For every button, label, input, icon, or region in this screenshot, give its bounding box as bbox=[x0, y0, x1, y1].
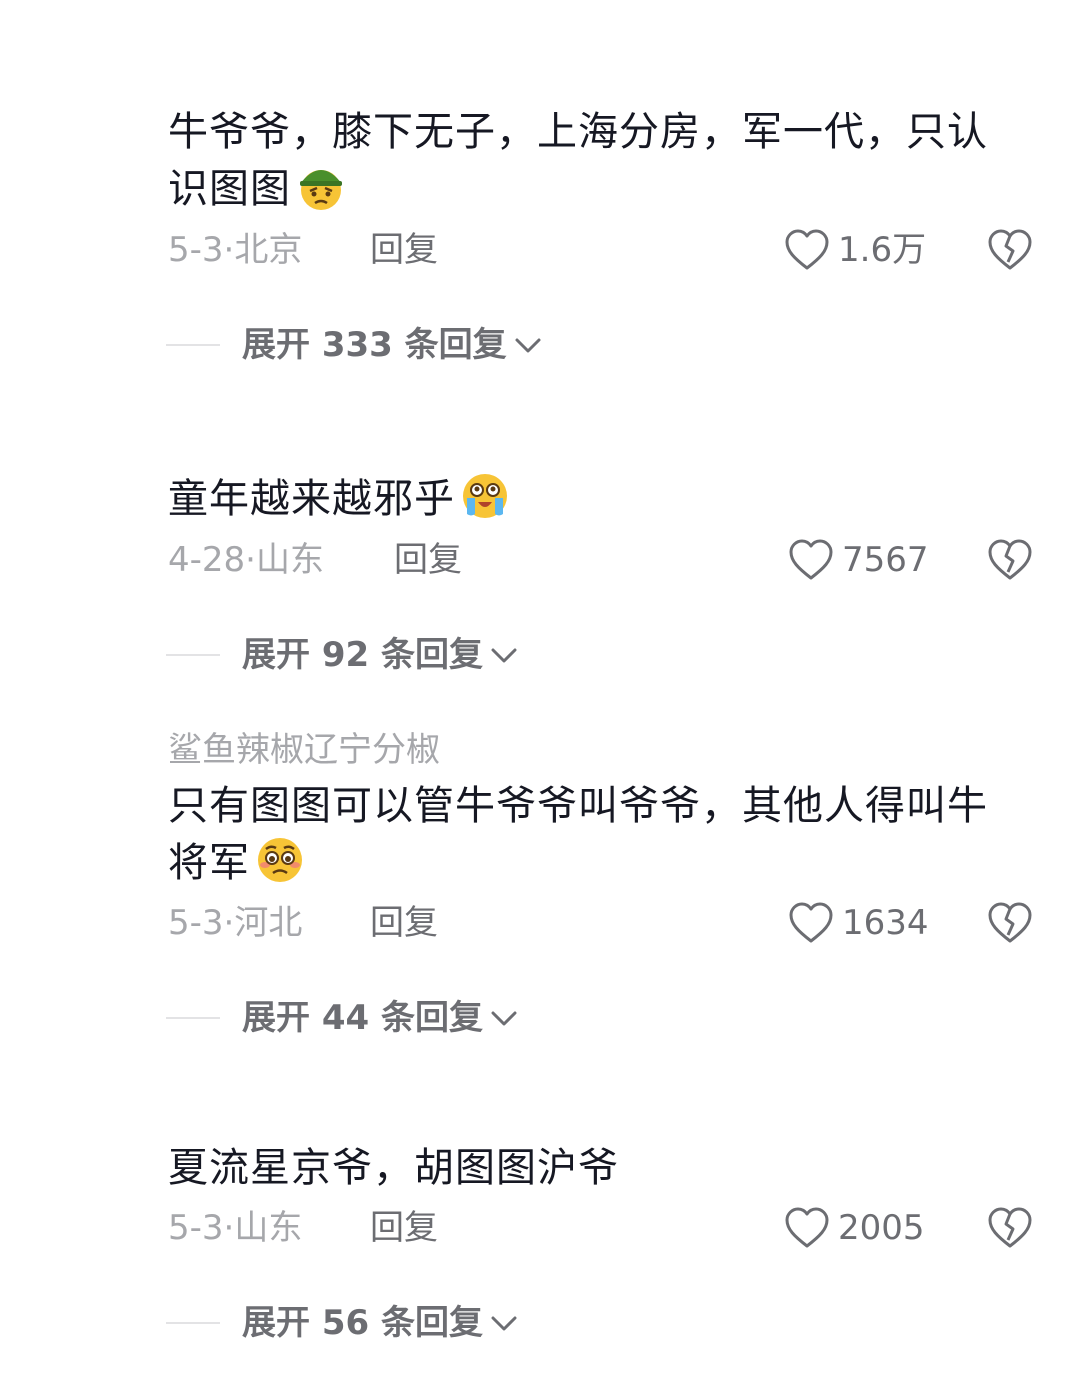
comment-date: 5-3 bbox=[168, 230, 224, 270]
expand-replies-button[interactable]: 展开 333 条回复 bbox=[166, 323, 543, 367]
comment-location: 河北 bbox=[234, 903, 303, 943]
expand-divider bbox=[166, 654, 220, 656]
comment-text-block[interactable]: 童年越来越邪乎 bbox=[168, 470, 1018, 527]
reply-button[interactable]: 回复 bbox=[370, 903, 438, 943]
broken-heart-icon[interactable] bbox=[986, 536, 1034, 584]
comment-location: 山东 bbox=[234, 1208, 303, 1248]
broken-heart-icon[interactable] bbox=[986, 1204, 1034, 1252]
like-button[interactable]: 1634 bbox=[788, 899, 929, 947]
expand-label: 展开 44 条回复 bbox=[242, 998, 483, 1038]
comment-text: 夏流星京爷，胡图图沪爷 bbox=[168, 1145, 619, 1191]
soldier-helmet-face-emoji bbox=[300, 170, 342, 210]
reply-button[interactable]: 回复 bbox=[394, 540, 462, 580]
like-button[interactable]: 7567 bbox=[788, 536, 929, 584]
comment-location: 山东 bbox=[255, 540, 324, 580]
comment-text: 童年越来越邪乎 bbox=[168, 476, 455, 522]
comment-date: 4-28 bbox=[168, 540, 246, 580]
comment-location: 北京 bbox=[234, 230, 303, 270]
comment-date: 5-3 bbox=[168, 903, 224, 943]
expand-divider bbox=[166, 1322, 220, 1324]
comment-text-block[interactable]: 夏流星京爷，胡图图沪爷 bbox=[168, 1140, 1018, 1196]
meta-separator: · bbox=[245, 540, 256, 580]
comment-text-block[interactable]: 牛爷爷，膝下无子，上海分房，军一代，只认识图图 bbox=[168, 104, 1018, 217]
expand-replies-button[interactable]: 展开 92 条回复 bbox=[166, 633, 519, 677]
chevron-down-icon bbox=[491, 1316, 517, 1331]
heart-outline-icon bbox=[789, 902, 833, 943]
comment-meta: 5-3·河北 bbox=[168, 903, 302, 943]
chevron-down-icon bbox=[491, 1011, 517, 1026]
like-count: 7567 bbox=[842, 540, 929, 580]
broken-heart-icon[interactable] bbox=[986, 899, 1034, 947]
heart-outline-icon bbox=[785, 229, 829, 270]
expand-replies-button[interactable]: 展开 56 条回复 bbox=[166, 1301, 519, 1345]
meta-separator: · bbox=[223, 903, 235, 943]
like-count: 1634 bbox=[842, 903, 929, 943]
like-count: 2005 bbox=[838, 1208, 925, 1248]
like-count: 1.6万 bbox=[838, 230, 927, 270]
expand-divider bbox=[166, 1017, 220, 1019]
meta-separator: · bbox=[223, 230, 235, 270]
expand-label: 展开 56 条回复 bbox=[242, 1303, 483, 1343]
comment-text: 牛爷爷，膝下无子，上海分房，军一代，只认识图图 bbox=[168, 109, 988, 212]
reply-button[interactable]: 回复 bbox=[370, 230, 438, 270]
comment-text-block[interactable]: 只有图图可以管牛爷爷叫爷爷，其他人得叫牛将军 bbox=[168, 778, 1018, 891]
comment-date: 5-3 bbox=[168, 1208, 224, 1248]
pleading-face-emoji bbox=[258, 838, 302, 882]
heart-outline-icon bbox=[785, 1207, 829, 1248]
comment-meta: 5-3·山东 bbox=[168, 1208, 302, 1248]
like-button[interactable]: 2005 bbox=[784, 1204, 925, 1252]
chevron-down-icon bbox=[515, 338, 541, 353]
like-button[interactable]: 1.6万 bbox=[784, 226, 926, 274]
expand-label: 展开 92 条回复 bbox=[242, 635, 483, 675]
comment-meta: 4-28·山东 bbox=[168, 540, 324, 580]
comment-meta: 5-3·北京 bbox=[168, 230, 302, 270]
crying-face-emoji bbox=[463, 474, 507, 518]
meta-separator: · bbox=[223, 1208, 235, 1248]
expand-replies-button[interactable]: 展开 44 条回复 bbox=[166, 996, 519, 1040]
expand-label: 展开 333 条回复 bbox=[242, 325, 507, 365]
chevron-down-icon bbox=[491, 648, 517, 663]
comment-username[interactable]: 鲨鱼辣椒辽宁分椒 bbox=[168, 730, 440, 770]
reply-button[interactable]: 回复 bbox=[370, 1208, 438, 1248]
expand-divider bbox=[166, 344, 220, 346]
heart-outline-icon bbox=[789, 539, 833, 580]
broken-heart-icon[interactable] bbox=[986, 226, 1034, 274]
